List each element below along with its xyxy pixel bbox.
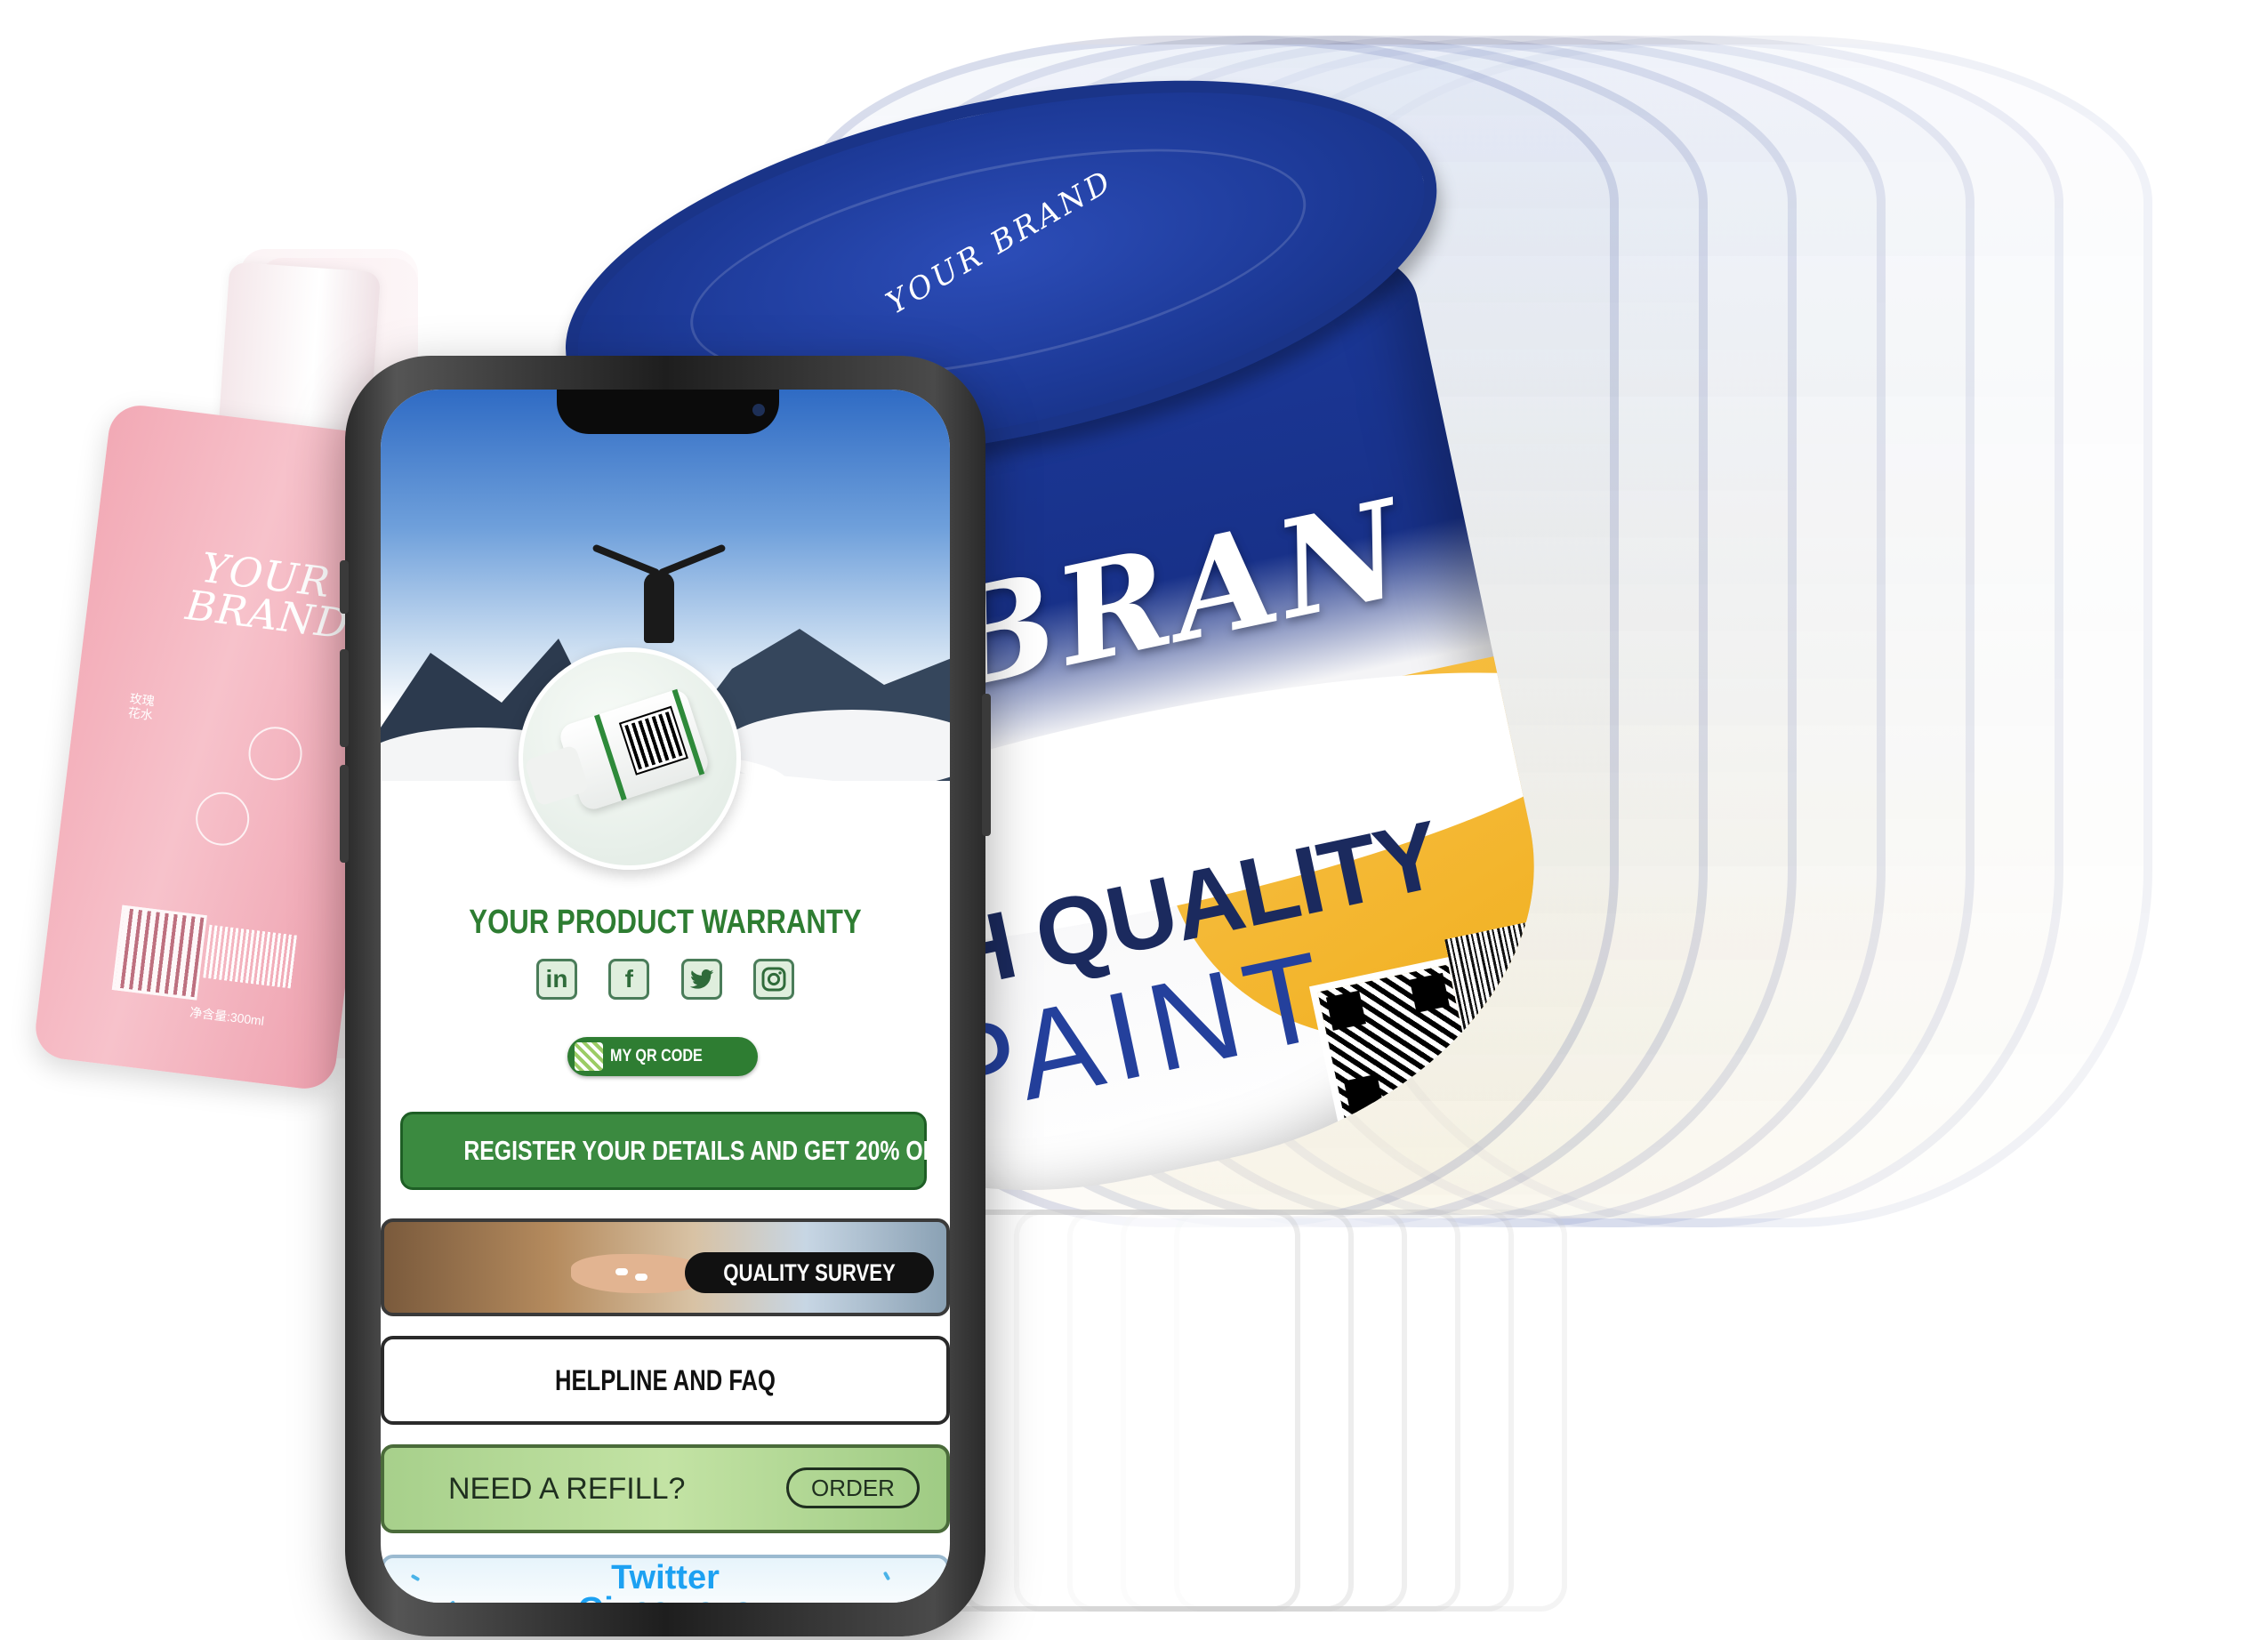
pill-image — [615, 1268, 628, 1275]
my-qr-code-button[interactable]: MY QR CODE — [567, 1037, 758, 1076]
qr-code-icon — [618, 705, 688, 776]
product-bottle-image — [519, 647, 741, 870]
order-button[interactable]: ORDER — [786, 1467, 920, 1508]
person-arm — [657, 543, 727, 577]
helpline-faq-label: HELPLINE AND FAQ — [555, 1364, 776, 1396]
qr-code-icon — [575, 1042, 603, 1071]
quality-survey-label: QUALITY SURVEY — [684, 1252, 934, 1293]
pink-bottle-brand: YOUR BRAND — [182, 543, 351, 649]
pill-bottle — [557, 687, 712, 813]
refill-text: NEED A REFILL? — [448, 1472, 686, 1506]
seal-icon — [245, 723, 305, 784]
twitter-giveaways-title: Twitter Giveaways — [384, 1558, 946, 1603]
twitter-giveaways-line2: Giveaways — [384, 1593, 946, 1603]
instagram-icon[interactable] — [752, 959, 794, 1000]
twitter-giveaways-card[interactable]: Twitter Giveaways — [381, 1555, 950, 1603]
twitter-giveaways-line1: Twitter — [611, 1559, 720, 1596]
instagram-glyph — [761, 967, 786, 992]
phone-power-button — [982, 694, 991, 836]
page-title: YOUR PRODUCT WARRANTY — [469, 904, 862, 941]
register-button[interactable]: REGISTER YOUR DETAILS AND GET 20% OFF — [400, 1112, 950, 1190]
phone-volume-down — [340, 765, 349, 863]
linkedin-icon[interactable]: in — [536, 959, 577, 1000]
phone-volume-up — [340, 649, 349, 747]
person-figure — [644, 572, 674, 643]
qr-code-icon — [111, 904, 207, 1001]
pink-bottle-volume: 净含量:300ml — [189, 1004, 265, 1028]
phone-mute-switch — [340, 560, 349, 614]
refill-card[interactable]: NEED A REFILL? ORDER — [381, 1444, 950, 1533]
facebook-icon[interactable]: f — [608, 959, 650, 1000]
my-qr-code-label: MY QR CODE — [610, 1047, 703, 1065]
phone-notch — [557, 390, 779, 434]
camera-icon — [752, 404, 765, 416]
facebook-glyph: f — [624, 965, 633, 993]
social-links: in f — [536, 959, 794, 1005]
linkedin-glyph: in — [545, 965, 568, 993]
pink-bottle-chinese-label: 玫瑰花水 — [127, 690, 156, 723]
quality-survey-card[interactable]: QUALITY SURVEY — [381, 1218, 950, 1316]
seal-icon — [192, 789, 253, 849]
register-button-label: REGISTER YOUR DETAILS AND GET 20% OFF — [463, 1135, 950, 1166]
quality-survey-text: QUALITY SURVEY — [723, 1259, 896, 1286]
helpline-faq-button[interactable]: HELPLINE AND FAQ — [381, 1336, 950, 1425]
barcode-icon — [203, 924, 298, 989]
twitter-icon[interactable] — [680, 959, 722, 1000]
phone-screen: YOUR PRODUCT WARRANTY in f MY QR CODE RE… — [381, 390, 950, 1603]
twitter-bird-glyph — [689, 969, 713, 989]
person-arm — [591, 543, 661, 577]
smartphone: YOUR PRODUCT WARRANTY in f MY QR CODE RE… — [340, 356, 991, 1636]
pill-image — [635, 1274, 647, 1281]
